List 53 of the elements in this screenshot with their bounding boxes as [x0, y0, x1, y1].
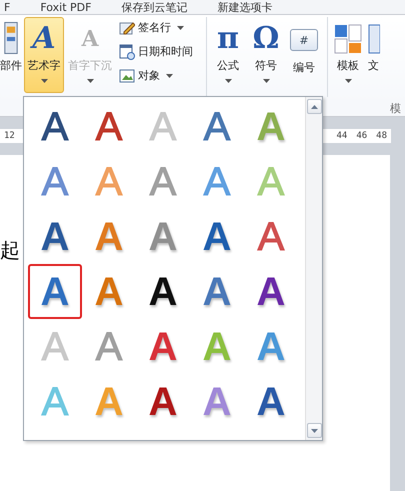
ribbon-small-button[interactable]: 签名行: [119, 17, 203, 38]
wordart-icon: A: [32, 20, 56, 58]
wordart-button[interactable]: A 艺术字: [24, 17, 64, 93]
wordart-style[interactable]: A: [190, 209, 244, 264]
ribbon-tab[interactable]: 新建选项卡: [217, 2, 272, 14]
ruler-number: 44: [336, 131, 348, 141]
ribbon-small-button[interactable]: 对象: [119, 65, 203, 86]
ruler-number: 12: [4, 131, 15, 141]
wordart-style[interactable]: A: [190, 154, 244, 209]
down-arrow-icon: [311, 428, 318, 432]
wordart-style[interactable]: A: [136, 154, 190, 209]
equation-button[interactable]: π 公式: [210, 17, 246, 93]
document-text: 起: [0, 238, 20, 262]
calendar-icon: [119, 44, 135, 60]
wordart-style[interactable]: A: [82, 319, 136, 374]
symbol-button[interactable]: Ω 符号: [248, 17, 284, 93]
text-button[interactable]: 文: [367, 17, 381, 93]
wordart-style[interactable]: A: [136, 209, 190, 264]
template-button[interactable]: 模板: [331, 17, 365, 93]
textbox-icon: [368, 24, 380, 54]
ruler-number: 46: [356, 131, 368, 141]
dropcap-icon: A: [81, 20, 99, 58]
pi-icon: π: [217, 20, 239, 58]
number-icon: #: [290, 29, 318, 51]
wordart-style[interactable]: A: [244, 209, 298, 264]
wordart-style[interactable]: A: [244, 264, 298, 319]
wordart-style[interactable]: A: [28, 154, 82, 209]
scroll-down-button[interactable]: [307, 423, 322, 438]
wordart-style[interactable]: A: [136, 319, 190, 374]
parts-button[interactable]: 部件: [0, 17, 24, 93]
ribbon-tab[interactable]: 保存到云笔记: [121, 2, 188, 14]
picture-icon: [119, 68, 135, 84]
template-icon: [334, 24, 362, 54]
ribbon-tab[interactable]: Foxit PDF: [40, 2, 92, 14]
wordart-style[interactable]: A: [244, 374, 298, 429]
parts-icon: [4, 22, 18, 54]
wordart-style[interactable]: A: [190, 264, 244, 319]
wordart-style[interactable]: A: [136, 264, 190, 319]
pen-icon: [119, 20, 135, 36]
scroll-up-button[interactable]: [307, 99, 322, 114]
ribbon-small-button[interactable]: 日期和时间: [119, 41, 203, 62]
wordart-style[interactable]: A: [82, 209, 136, 264]
numbering-button[interactable]: # 编号: [286, 17, 322, 93]
wordart-style[interactable]: A: [244, 319, 298, 374]
wordart-style[interactable]: A: [28, 264, 82, 319]
omega-icon: Ω: [252, 20, 280, 58]
ribbon-tab[interactable]: F: [4, 2, 10, 14]
up-arrow-icon: [311, 104, 318, 108]
wordart-style[interactable]: A: [28, 209, 82, 264]
wordart-style[interactable]: A: [190, 374, 244, 429]
wordart-style[interactable]: A: [136, 374, 190, 429]
ruler-number: 48: [376, 131, 387, 141]
wordart-style[interactable]: A: [82, 264, 136, 319]
